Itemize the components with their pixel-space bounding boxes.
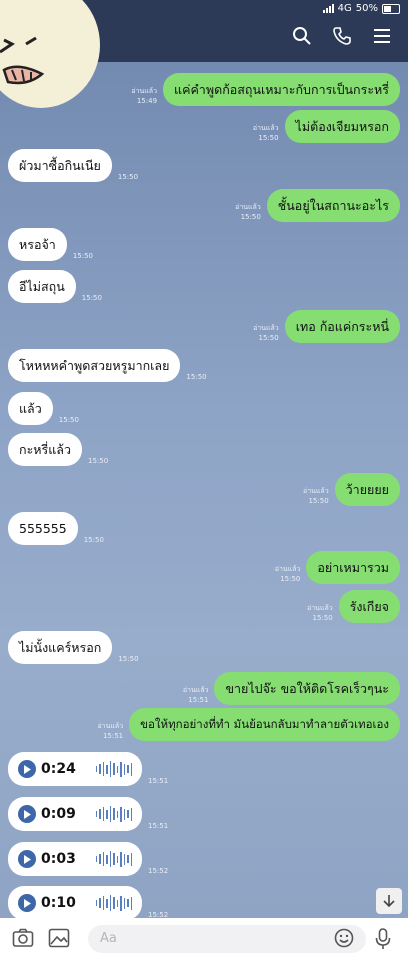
message-bubble[interactable]: อย่าเหมารวม	[306, 551, 400, 584]
signal-icon	[322, 4, 334, 13]
message-bubble[interactable]: หรอจ้า	[8, 228, 67, 261]
waveform-icon	[95, 850, 132, 868]
message-bubble[interactable]: ชั้นอยู่ในสถานะอะไร	[266, 189, 400, 222]
message-row: ไม่นั้งแคร์หรอก 15:50	[8, 631, 139, 664]
message-bubble[interactable]: กะหรี่แล้ว	[8, 433, 82, 466]
message-bubble[interactable]: ขอให้ทุกอย่างที่ทำ มันย้อนกลับมาทำลายตัว…	[129, 708, 400, 741]
waveform-icon	[95, 760, 132, 778]
message-meta: อ่านแล้ว 15:50	[253, 324, 279, 342]
play-icon[interactable]	[18, 805, 36, 823]
message-bubble[interactable]: แค่คำพูดก้อสถุนเหมาะกับการเป็นกระหรี่	[163, 73, 400, 106]
voice-message-row: 0:10 15:52	[8, 886, 168, 920]
message-bubble[interactable]: เทอ ก้อแค่กระหนี่	[284, 310, 400, 343]
scroll-down-button[interactable]	[376, 888, 402, 914]
message-meta: อ่านแล้ว 15:51	[182, 686, 209, 704]
message-meta: อ่านแล้ว 15:49	[131, 87, 158, 105]
message-row: อ่านแล้ว 15:50 รังเกียจ	[307, 590, 400, 623]
message-time: 15:51	[148, 777, 169, 785]
battery-icon	[382, 3, 400, 14]
arrow-down-icon	[383, 895, 395, 908]
voice-message[interactable]: 0:10	[8, 886, 142, 920]
message-row: แล้ว 15:50	[8, 392, 79, 425]
mic-icon[interactable]	[374, 928, 392, 950]
message-row: อ่านแล้ว 15:50 เทอ ก้อแค่กระหนี่	[253, 310, 400, 343]
message-time: 15:50	[81, 294, 102, 302]
voice-message-row: 0:09 15:51	[8, 797, 168, 831]
message-bubble[interactable]: ไม่นั้งแคร์หรอก	[8, 631, 113, 664]
message-bubble[interactable]: 555555	[8, 512, 78, 545]
phone-icon[interactable]	[332, 26, 352, 46]
message-bubble[interactable]: ขายไปจ๊ะ ขอให้ติดโรคเร็วๆนะ	[214, 672, 400, 705]
voice-message[interactable]: 0:03	[8, 842, 142, 876]
network-label: 4G	[337, 3, 352, 14]
message-meta: อ่านแล้ว 15:50	[235, 203, 261, 221]
message-time: 15:50	[117, 173, 139, 181]
menu-icon[interactable]	[372, 26, 392, 46]
message-input[interactable]: Aa	[88, 925, 366, 953]
message-time: 15:51	[148, 822, 169, 830]
message-composer: Aa	[0, 918, 408, 960]
message-bubble[interactable]: รังเกียจ	[338, 590, 400, 623]
message-row: อ่านแล้ว 15:50 ไม่ต้องเจียมหรอก	[253, 110, 400, 143]
play-icon[interactable]	[18, 760, 36, 778]
message-bubble[interactable]: แล้ว	[8, 392, 53, 425]
camera-icon[interactable]	[12, 928, 34, 948]
voice-message[interactable]: 0:24	[8, 752, 142, 786]
message-meta: อ่านแล้ว 15:51	[97, 722, 124, 740]
voice-message-row: 0:03 15:52	[8, 842, 168, 876]
message-row: ผัวมาซื้อกินเนีย 15:50	[8, 149, 138, 182]
play-icon[interactable]	[18, 894, 36, 912]
message-row: อ่านแล้ว 15:51 ขายไปจ๊ะ ขอให้ติดโรคเร็วๆน…	[183, 672, 400, 705]
voice-duration: 0:03	[41, 851, 76, 867]
message-row: อ่านแล้ว 15:51 ขอให้ทุกอย่างที่ทำ มันย้อน…	[97, 708, 400, 741]
image-icon[interactable]	[48, 928, 70, 948]
voice-duration: 0:24	[41, 761, 76, 777]
message-row: หรอจ้า 15:50	[8, 228, 93, 261]
search-icon[interactable]	[292, 26, 312, 46]
message-row: อ่านแล้ว 15:49 แค่คำพูดก้อสถุนเหมาะกับการ…	[131, 73, 400, 106]
status-bar: 4G 50%	[322, 3, 400, 14]
emoji-icon[interactable]	[334, 928, 354, 948]
message-row: 555555 15:50	[8, 512, 104, 545]
voice-message[interactable]: 0:09	[8, 797, 142, 831]
message-time: 15:50	[72, 252, 93, 260]
message-row: อีไม่สถุน 15:50	[8, 270, 102, 303]
message-meta: อ่านแล้ว 15:50	[303, 487, 329, 505]
message-bubble[interactable]: อีไม่สถุน	[8, 270, 76, 303]
message-time: 15:50	[83, 536, 104, 544]
waveform-icon	[95, 805, 132, 823]
voice-duration: 0:10	[41, 895, 76, 911]
waveform-icon	[95, 894, 132, 912]
message-bubble[interactable]: โหหหหคำพูดสวยหรูมากเลย	[8, 349, 181, 382]
message-time: 15:50	[87, 457, 109, 465]
message-row: กะหรี่แล้ว 15:50	[8, 433, 108, 466]
message-row: โหหหหคำพูดสวยหรูมากเลย 15:50	[8, 349, 207, 382]
message-bubble[interactable]: ผัวมาซื้อกินเนีย	[8, 149, 112, 182]
message-meta: อ่านแล้ว 15:50	[307, 604, 333, 622]
message-time: 15:50	[58, 416, 79, 424]
message-bubble[interactable]: ว้ายยยย	[334, 473, 400, 506]
message-time: 15:50	[118, 655, 139, 663]
message-row: อ่านแล้ว 15:50 ชั้นอยู่ในสถานะอะไร	[235, 189, 400, 222]
voice-duration: 0:09	[41, 806, 76, 822]
message-row: อ่านแล้ว 15:50 ว้ายยยย	[303, 473, 400, 506]
message-time: 15:52	[148, 867, 169, 875]
message-meta: อ่านแล้ว 15:50	[252, 124, 279, 142]
voice-message-row: 0:24 15:51	[8, 752, 168, 786]
message-bubble[interactable]: ไม่ต้องเจียมหรอก	[284, 110, 400, 143]
message-row: อ่านแล้ว 15:50 อย่าเหมารวม	[275, 551, 400, 584]
battery-label: 50%	[355, 3, 378, 14]
play-icon[interactable]	[18, 850, 36, 868]
message-meta: อ่านแล้ว 15:50	[274, 565, 301, 583]
message-time: 15:50	[186, 373, 207, 381]
